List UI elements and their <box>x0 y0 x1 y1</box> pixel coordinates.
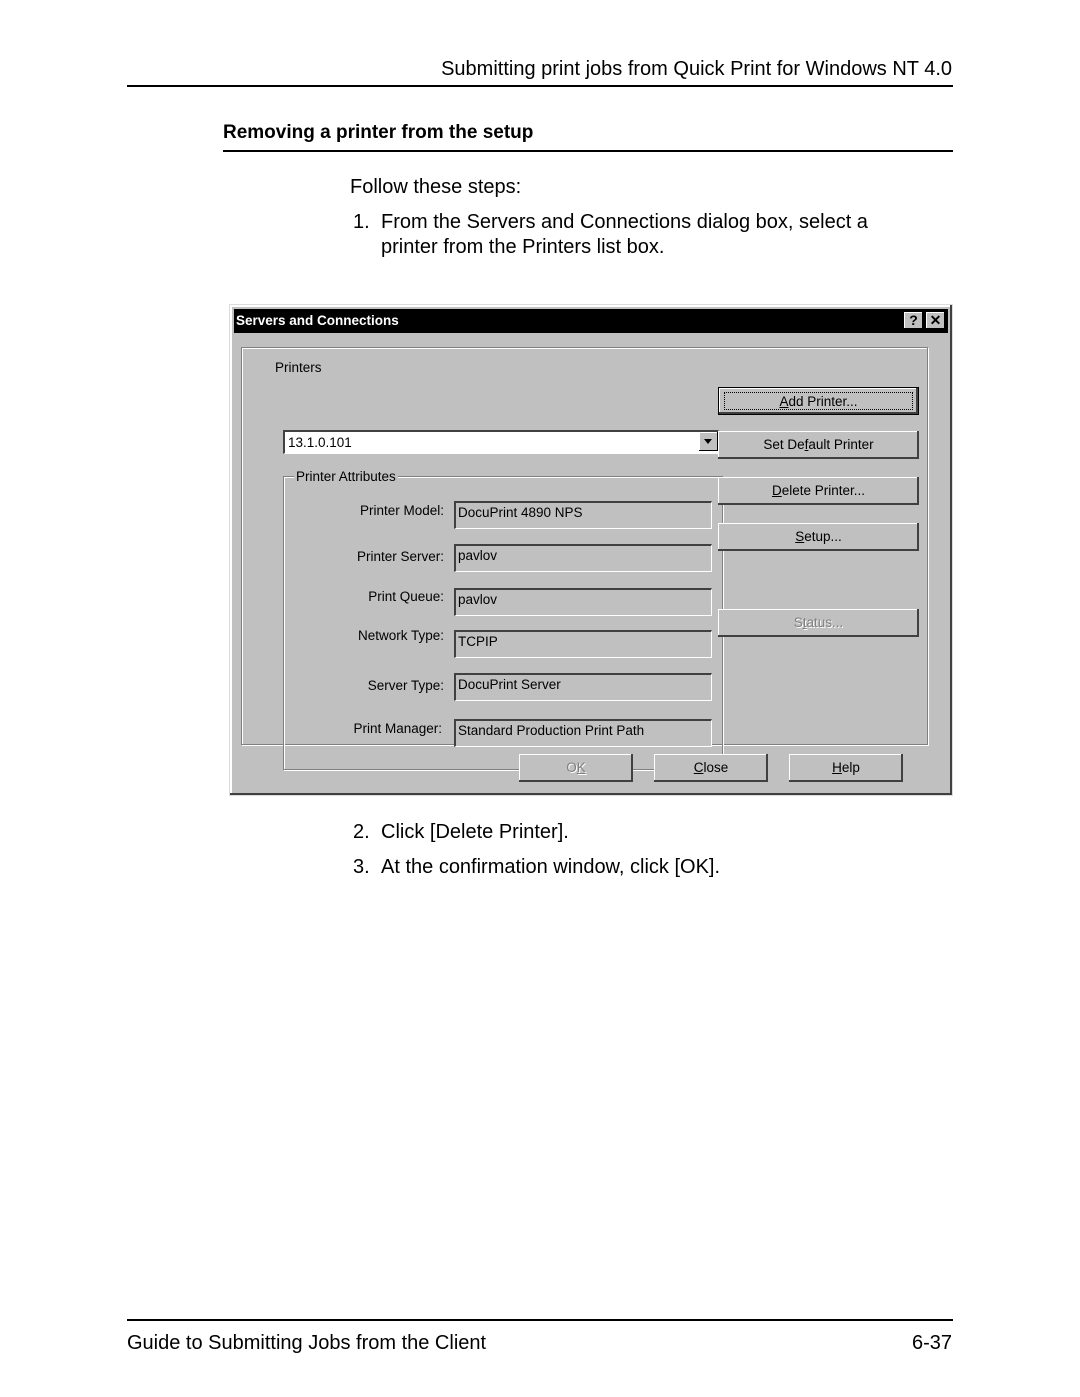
step-3-text: At the confirmation window, click [OK]. <box>381 856 721 878</box>
status-button[interactable]: Status... <box>718 609 919 637</box>
step-2-text: Click [Delete Printer]. <box>381 821 569 843</box>
network-type-label: Network Type: <box>357 628 444 643</box>
dialog-titlebar: Servers and Connections ? ✕ <box>234 309 948 333</box>
printer-model-field: DocuPrint 4890 NPS <box>454 501 712 529</box>
header-rule <box>127 85 953 87</box>
close-icon[interactable]: ✕ <box>926 312 945 329</box>
help-icon[interactable]: ? <box>904 312 923 329</box>
dialog-title: Servers and Connections <box>236 313 399 328</box>
servers-connections-dialog: Servers and Connections ? ✕ Printers 13.… <box>229 304 953 796</box>
server-type-label: Server Type: <box>367 678 444 693</box>
add-printer-button[interactable]: Add Printer... <box>718 387 919 415</box>
set-default-printer-button[interactable]: Set Default Printer <box>718 431 919 459</box>
step-1-text-line1: From the Servers and Connections dialog … <box>381 211 868 233</box>
printers-combobox[interactable]: 13.1.0.101 <box>283 430 719 454</box>
step-2-number: 2. <box>353 821 370 843</box>
step-1-text-line2: printer from the Printers list box. <box>381 236 665 258</box>
ok-button[interactable]: OK <box>519 754 633 782</box>
footer-title: Guide to Submitting Jobs from the Client <box>127 1332 487 1354</box>
setup-button[interactable]: Setup... <box>718 523 919 551</box>
printer-server-field: pavlov <box>454 544 712 572</box>
server-type-field: DocuPrint Server <box>454 673 712 701</box>
chevron-down-icon[interactable] <box>699 432 718 451</box>
section-title: Removing a printer from the setup <box>223 122 534 143</box>
help-button[interactable]: Help <box>789 754 903 782</box>
focus-ring <box>724 392 913 410</box>
section-rule <box>223 150 953 152</box>
intro-text: Follow these steps: <box>350 176 522 198</box>
printer-model-label: Printer Model: <box>359 503 444 518</box>
delete-printer-button[interactable]: Delete Printer... <box>718 477 919 505</box>
footer-rule <box>127 1319 953 1321</box>
page-number: 6-37 <box>911 1332 952 1354</box>
print-queue-label: Print Queue: <box>368 589 444 604</box>
printer-server-label: Printer Server: <box>356 549 444 564</box>
printer-attributes-group: Printer Attributes Printer Model: DocuPr… <box>283 469 723 770</box>
print-manager-label: Print Manager: <box>353 721 442 736</box>
printer-attributes-legend: Printer Attributes <box>294 469 398 484</box>
printers-selected-value: 13.1.0.101 <box>288 435 352 450</box>
main-panel: Printers 13.1.0.101 Printer Attributes P… <box>241 347 928 770</box>
step-3-number: 3. <box>353 856 370 878</box>
network-type-field: TCPIP <box>454 630 712 658</box>
close-button[interactable]: Close <box>654 754 768 782</box>
step-1-number: 1. <box>353 211 370 233</box>
printers-label: Printers <box>275 360 322 375</box>
print-manager-field: Standard Production Print Path <box>454 719 712 747</box>
running-header: Submitting print jobs from Quick Print f… <box>441 58 952 80</box>
print-queue-field: pavlov <box>454 588 712 616</box>
